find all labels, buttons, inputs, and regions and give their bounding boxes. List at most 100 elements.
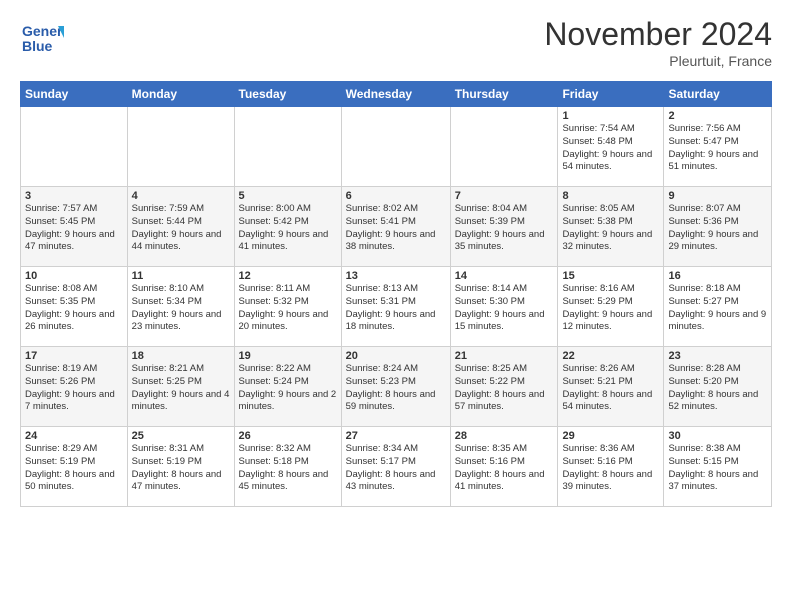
day-info-2-0: Sunrise: 8:08 AM Sunset: 5:35 PM Dayligh…: [25, 283, 123, 334]
week-row-3: 17Sunrise: 8:19 AM Sunset: 5:26 PM Dayli…: [21, 347, 772, 427]
cell-2-3: 13Sunrise: 8:13 AM Sunset: 5:31 PM Dayli…: [341, 267, 450, 347]
week-row-4: 24Sunrise: 8:29 AM Sunset: 5:19 PM Dayli…: [21, 427, 772, 507]
cell-4-6: 30Sunrise: 8:38 AM Sunset: 5:15 PM Dayli…: [664, 427, 772, 507]
day-info-4-5: Sunrise: 8:36 AM Sunset: 5:16 PM Dayligh…: [562, 443, 659, 494]
header: General Blue November 2024 Pleurtuit, Fr…: [20, 16, 772, 69]
week-row-0: 1Sunrise: 7:54 AM Sunset: 5:48 PM Daylig…: [21, 107, 772, 187]
day-num-4-2: 26: [239, 430, 337, 442]
cell-3-3: 20Sunrise: 8:24 AM Sunset: 5:23 PM Dayli…: [341, 347, 450, 427]
day-info-3-6: Sunrise: 8:28 AM Sunset: 5:20 PM Dayligh…: [668, 363, 767, 414]
cell-0-1: [127, 107, 234, 187]
day-num-4-6: 30: [668, 430, 767, 442]
day-num-2-3: 13: [346, 270, 446, 282]
calendar-header: Sunday Monday Tuesday Wednesday Thursday…: [21, 82, 772, 107]
calendar-table: Sunday Monday Tuesday Wednesday Thursday…: [20, 81, 772, 507]
week-row-1: 3Sunrise: 7:57 AM Sunset: 5:45 PM Daylig…: [21, 187, 772, 267]
day-info-1-4: Sunrise: 8:04 AM Sunset: 5:39 PM Dayligh…: [455, 203, 554, 254]
svg-text:General: General: [22, 23, 64, 39]
day-num-2-6: 16: [668, 270, 767, 282]
cell-0-6: 2Sunrise: 7:56 AM Sunset: 5:47 PM Daylig…: [664, 107, 772, 187]
day-info-2-2: Sunrise: 8:11 AM Sunset: 5:32 PM Dayligh…: [239, 283, 337, 334]
day-info-4-2: Sunrise: 8:32 AM Sunset: 5:18 PM Dayligh…: [239, 443, 337, 494]
day-info-1-0: Sunrise: 7:57 AM Sunset: 5:45 PM Dayligh…: [25, 203, 123, 254]
day-info-4-6: Sunrise: 8:38 AM Sunset: 5:15 PM Dayligh…: [668, 443, 767, 494]
cell-1-4: 7Sunrise: 8:04 AM Sunset: 5:39 PM Daylig…: [450, 187, 558, 267]
cell-0-4: [450, 107, 558, 187]
day-num-2-0: 10: [25, 270, 123, 282]
cell-4-3: 27Sunrise: 8:34 AM Sunset: 5:17 PM Dayli…: [341, 427, 450, 507]
location: Pleurtuit, France: [544, 53, 772, 69]
cell-2-6: 16Sunrise: 8:18 AM Sunset: 5:27 PM Dayli…: [664, 267, 772, 347]
day-num-1-4: 7: [455, 190, 554, 202]
cell-3-4: 21Sunrise: 8:25 AM Sunset: 5:22 PM Dayli…: [450, 347, 558, 427]
day-info-3-0: Sunrise: 8:19 AM Sunset: 5:26 PM Dayligh…: [25, 363, 123, 414]
th-thursday: Thursday: [450, 82, 558, 107]
day-info-1-2: Sunrise: 8:00 AM Sunset: 5:42 PM Dayligh…: [239, 203, 337, 254]
day-info-1-6: Sunrise: 8:07 AM Sunset: 5:36 PM Dayligh…: [668, 203, 767, 254]
day-num-3-6: 23: [668, 350, 767, 362]
day-info-1-3: Sunrise: 8:02 AM Sunset: 5:41 PM Dayligh…: [346, 203, 446, 254]
logo-svg: General Blue: [20, 16, 64, 60]
day-num-3-0: 17: [25, 350, 123, 362]
page: General Blue November 2024 Pleurtuit, Fr…: [0, 0, 792, 517]
day-info-2-6: Sunrise: 8:18 AM Sunset: 5:27 PM Dayligh…: [668, 283, 767, 334]
cell-1-2: 5Sunrise: 8:00 AM Sunset: 5:42 PM Daylig…: [234, 187, 341, 267]
day-num-1-3: 6: [346, 190, 446, 202]
day-info-2-4: Sunrise: 8:14 AM Sunset: 5:30 PM Dayligh…: [455, 283, 554, 334]
day-num-3-5: 22: [562, 350, 659, 362]
day-num-4-0: 24: [25, 430, 123, 442]
cell-3-6: 23Sunrise: 8:28 AM Sunset: 5:20 PM Dayli…: [664, 347, 772, 427]
day-info-4-0: Sunrise: 8:29 AM Sunset: 5:19 PM Dayligh…: [25, 443, 123, 494]
cell-2-2: 12Sunrise: 8:11 AM Sunset: 5:32 PM Dayli…: [234, 267, 341, 347]
cell-4-2: 26Sunrise: 8:32 AM Sunset: 5:18 PM Dayli…: [234, 427, 341, 507]
day-info-4-4: Sunrise: 8:35 AM Sunset: 5:16 PM Dayligh…: [455, 443, 554, 494]
month-title: November 2024: [544, 16, 772, 53]
cell-0-3: [341, 107, 450, 187]
cell-4-0: 24Sunrise: 8:29 AM Sunset: 5:19 PM Dayli…: [21, 427, 128, 507]
day-num-1-5: 8: [562, 190, 659, 202]
day-num-4-5: 29: [562, 430, 659, 442]
th-tuesday: Tuesday: [234, 82, 341, 107]
calendar-body: 1Sunrise: 7:54 AM Sunset: 5:48 PM Daylig…: [21, 107, 772, 507]
cell-3-0: 17Sunrise: 8:19 AM Sunset: 5:26 PM Dayli…: [21, 347, 128, 427]
th-sunday: Sunday: [21, 82, 128, 107]
day-num-1-1: 4: [132, 190, 230, 202]
cell-0-5: 1Sunrise: 7:54 AM Sunset: 5:48 PM Daylig…: [558, 107, 664, 187]
day-num-3-3: 20: [346, 350, 446, 362]
th-monday: Monday: [127, 82, 234, 107]
day-info-1-5: Sunrise: 8:05 AM Sunset: 5:38 PM Dayligh…: [562, 203, 659, 254]
day-num-3-2: 19: [239, 350, 337, 362]
cell-4-4: 28Sunrise: 8:35 AM Sunset: 5:16 PM Dayli…: [450, 427, 558, 507]
day-num-4-4: 28: [455, 430, 554, 442]
day-info-3-5: Sunrise: 8:26 AM Sunset: 5:21 PM Dayligh…: [562, 363, 659, 414]
cell-1-5: 8Sunrise: 8:05 AM Sunset: 5:38 PM Daylig…: [558, 187, 664, 267]
day-info-4-1: Sunrise: 8:31 AM Sunset: 5:19 PM Dayligh…: [132, 443, 230, 494]
cell-2-5: 15Sunrise: 8:16 AM Sunset: 5:29 PM Dayli…: [558, 267, 664, 347]
th-saturday: Saturday: [664, 82, 772, 107]
cell-0-2: [234, 107, 341, 187]
th-friday: Friday: [558, 82, 664, 107]
cell-4-5: 29Sunrise: 8:36 AM Sunset: 5:16 PM Dayli…: [558, 427, 664, 507]
day-num-1-0: 3: [25, 190, 123, 202]
cell-2-0: 10Sunrise: 8:08 AM Sunset: 5:35 PM Dayli…: [21, 267, 128, 347]
day-info-2-1: Sunrise: 8:10 AM Sunset: 5:34 PM Dayligh…: [132, 283, 230, 334]
day-info-3-3: Sunrise: 8:24 AM Sunset: 5:23 PM Dayligh…: [346, 363, 446, 414]
day-num-4-1: 25: [132, 430, 230, 442]
th-wednesday: Wednesday: [341, 82, 450, 107]
day-info-1-1: Sunrise: 7:59 AM Sunset: 5:44 PM Dayligh…: [132, 203, 230, 254]
logo: General Blue: [20, 16, 64, 65]
cell-0-0: [21, 107, 128, 187]
day-info-2-5: Sunrise: 8:16 AM Sunset: 5:29 PM Dayligh…: [562, 283, 659, 334]
cell-2-4: 14Sunrise: 8:14 AM Sunset: 5:30 PM Dayli…: [450, 267, 558, 347]
week-row-2: 10Sunrise: 8:08 AM Sunset: 5:35 PM Dayli…: [21, 267, 772, 347]
day-info-2-3: Sunrise: 8:13 AM Sunset: 5:31 PM Dayligh…: [346, 283, 446, 334]
weekday-row: Sunday Monday Tuesday Wednesday Thursday…: [21, 82, 772, 107]
day-info-3-2: Sunrise: 8:22 AM Sunset: 5:24 PM Dayligh…: [239, 363, 337, 414]
day-num-3-4: 21: [455, 350, 554, 362]
cell-3-5: 22Sunrise: 8:26 AM Sunset: 5:21 PM Dayli…: [558, 347, 664, 427]
day-num-0-6: 2: [668, 110, 767, 122]
day-info-3-1: Sunrise: 8:21 AM Sunset: 5:25 PM Dayligh…: [132, 363, 230, 414]
day-info-4-3: Sunrise: 8:34 AM Sunset: 5:17 PM Dayligh…: [346, 443, 446, 494]
day-info-3-4: Sunrise: 8:25 AM Sunset: 5:22 PM Dayligh…: [455, 363, 554, 414]
cell-4-1: 25Sunrise: 8:31 AM Sunset: 5:19 PM Dayli…: [127, 427, 234, 507]
